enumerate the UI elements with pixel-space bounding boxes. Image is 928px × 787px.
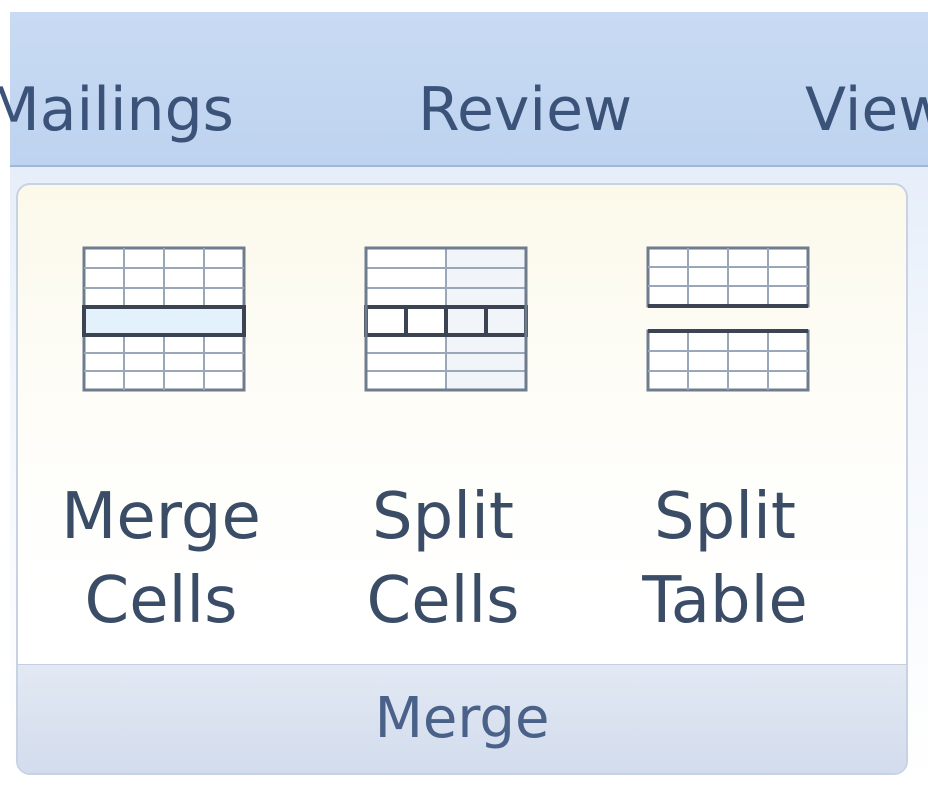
split-table-icon bbox=[646, 246, 810, 392]
split-cells-label-line1: Split bbox=[372, 480, 514, 554]
split-table-label-line1: Split bbox=[654, 480, 796, 554]
ribbon-tab-bar: Mailings Review View bbox=[0, 12, 928, 167]
tab-view[interactable]: View bbox=[805, 74, 928, 146]
split-table-button[interactable]: Split Table bbox=[600, 225, 850, 655]
tab-mailings[interactable]: Mailings bbox=[0, 74, 234, 146]
split-cells-button[interactable]: Split Cells bbox=[318, 225, 568, 655]
split-cells-label-line2: Cells bbox=[366, 564, 520, 638]
split-table-label: Split Table bbox=[580, 475, 870, 643]
merge-cells-label: Merge Cells bbox=[18, 475, 306, 643]
merge-group: Merge Cells Split Cells Split Table Merg… bbox=[16, 183, 908, 775]
tab-review[interactable]: Review bbox=[418, 74, 632, 146]
merge-group-footer: Merge bbox=[18, 664, 906, 773]
merge-cells-label-line1: Merge bbox=[61, 480, 261, 554]
merge-group-label: Merge bbox=[374, 686, 550, 751]
split-cells-icon bbox=[364, 246, 528, 392]
ribbon-root: Mailings Review View Merge Cells Split C… bbox=[0, 0, 928, 787]
merge-cells-icon bbox=[82, 246, 246, 392]
split-table-label-line2: Table bbox=[642, 564, 808, 638]
merge-cells-label-line2: Cells bbox=[84, 564, 238, 638]
split-cells-label: Split Cells bbox=[298, 475, 588, 643]
merge-cells-button[interactable]: Merge Cells bbox=[36, 225, 286, 655]
